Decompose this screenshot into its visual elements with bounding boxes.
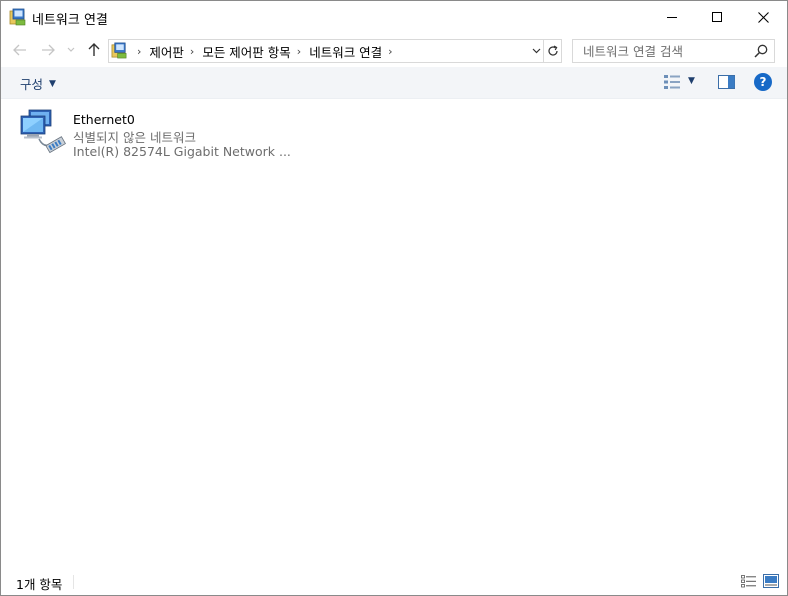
connection-name: Ethernet0: [73, 112, 135, 127]
details-view-icon[interactable]: [741, 575, 757, 588]
status-bar: 1개 항목: [1, 569, 787, 595]
organize-label: 구성: [20, 77, 44, 92]
caret-down-icon: ▼: [49, 78, 56, 89]
search-box[interactable]: [572, 39, 775, 63]
network-adapter-icon: [20, 109, 66, 154]
chevron-right-icon[interactable]: ›: [388, 45, 392, 58]
recent-locations-button[interactable]: [65, 41, 77, 59]
command-bar: 구성 ▼ ▼ ?: [1, 67, 787, 99]
network-connections-window: 네트워크 연결 › 제어판 › 모든 제어판 항목 › 네트워크 연결 › 네트…: [0, 0, 788, 596]
address-dropdown-button[interactable]: [528, 40, 544, 62]
status-divider: [73, 575, 74, 589]
arrow-right-icon: [42, 44, 55, 56]
title-bar[interactable]: 네트워크 연결: [1, 1, 787, 33]
search-input[interactable]: [573, 40, 753, 62]
connection-device: Intel(R) 82574L Gigabit Network ...: [73, 144, 291, 159]
forward-button[interactable]: [39, 41, 57, 59]
refresh-button[interactable]: [543, 40, 562, 62]
organize-button[interactable]: 구성 ▼: [20, 74, 56, 93]
arrow-left-icon: [13, 44, 26, 56]
maximize-icon: [712, 12, 722, 22]
breadcrumb-network-connections[interactable]: 네트워크 연결: [309, 42, 382, 61]
chevron-down-icon: [67, 47, 75, 52]
change-view-icon[interactable]: [663, 74, 681, 90]
large-icons-view-icon[interactable]: [763, 574, 779, 588]
minimize-icon: [667, 17, 677, 18]
breadcrumb-all-items[interactable]: 모든 제어판 항목: [202, 42, 290, 61]
chevron-right-icon[interactable]: ›: [190, 45, 194, 58]
close-button[interactable]: [740, 1, 786, 33]
breadcrumb-control-panel[interactable]: 제어판: [149, 42, 184, 61]
file-list-area[interactable]: Ethernet0 식별되지 않은 네트워크 Intel(R) 82574L G…: [1, 99, 787, 569]
window-title: 네트워크 연결: [32, 13, 108, 28]
address-row: › 제어판 › 모든 제어판 항목 › 네트워크 연결 ›: [1, 33, 787, 67]
chevron-right-icon[interactable]: ›: [137, 45, 141, 58]
control-panel-icon: [111, 42, 127, 59]
minimize-button[interactable]: [649, 1, 695, 33]
breadcrumb: › 제어판 › 모든 제어판 항목 › 네트워크 연결 ›: [131, 40, 401, 62]
address-bar[interactable]: › 제어판 › 모든 제어판 항목 › 네트워크 연결 ›: [108, 39, 562, 63]
close-icon: [757, 11, 769, 23]
chevron-right-icon[interactable]: ›: [297, 45, 301, 58]
preview-pane-icon[interactable]: [718, 75, 735, 89]
maximize-button[interactable]: [694, 1, 740, 33]
search-icon[interactable]: [753, 43, 769, 59]
item-count: 1개 항목: [16, 577, 63, 592]
refresh-icon: [548, 45, 558, 56]
chevron-down-icon: [532, 48, 540, 54]
view-options-caret-icon[interactable]: ▼: [688, 76, 695, 86]
back-button[interactable]: [11, 41, 29, 59]
arrow-up-icon: [88, 43, 100, 56]
list-item[interactable]: Ethernet0 식별되지 않은 네트워크 Intel(R) 82574L G…: [17, 104, 291, 159]
help-button[interactable]: ?: [754, 73, 772, 91]
up-button[interactable]: [85, 41, 103, 59]
network-folder-icon: [9, 8, 26, 26]
